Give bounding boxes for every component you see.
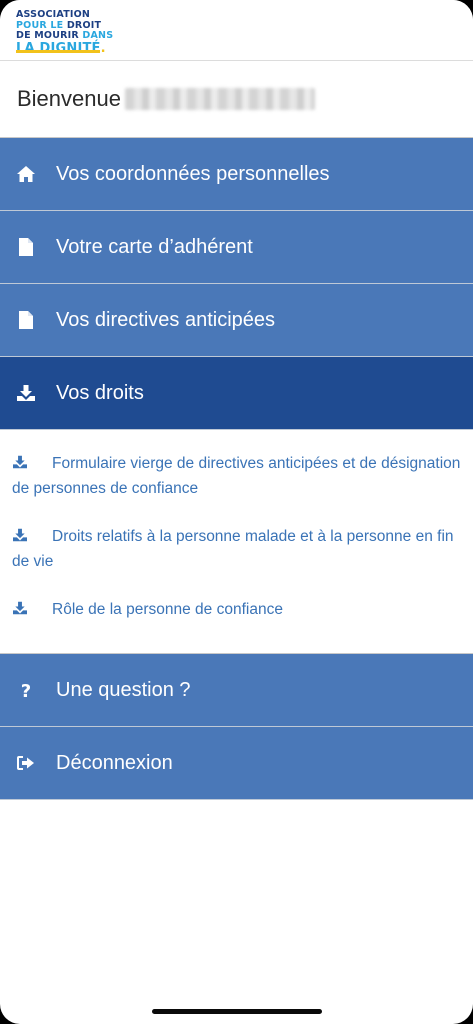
download-label-droits: Droits relatifs à la personne malade et … xyxy=(12,528,454,570)
download-label-role: Rôle de la personne de confiance xyxy=(52,601,283,618)
download-link-role[interactable]: Rôle de la personne de confiance xyxy=(12,598,461,623)
menu-label-carte: Votre carte d’adhérent xyxy=(56,235,253,258)
menu-item-coordonnees[interactable]: Vos coordonnées personnelles xyxy=(0,138,473,211)
menu-label-droits: Vos droits xyxy=(56,381,144,404)
user-name-redacted xyxy=(124,88,315,110)
home-indicator[interactable] xyxy=(152,1009,322,1014)
document-icon xyxy=(0,310,56,330)
top-bar: ASSOCIATION POUR LE DROIT DE MOURIR DANS… xyxy=(0,0,473,61)
download-icon xyxy=(12,599,28,623)
download-link-formulaire[interactable]: Formulaire vierge de directives anticipé… xyxy=(12,452,461,501)
downloads-list: Formulaire vierge de directives anticipé… xyxy=(0,430,473,654)
menu-label-deconnexion: Déconnexion xyxy=(56,751,173,774)
download-icon xyxy=(0,384,56,402)
menu-label-coordonnees: Vos coordonnées personnelles xyxy=(56,162,330,185)
download-link-droits[interactable]: Droits relatifs à la personne malade et … xyxy=(12,525,461,574)
download-icon xyxy=(12,526,28,550)
download-icon xyxy=(12,453,28,477)
menu-label-question: Une question ? xyxy=(56,678,191,701)
logout-icon xyxy=(0,754,56,772)
menu-item-deconnexion[interactable]: Déconnexion xyxy=(0,727,473,800)
download-label-formulaire: Formulaire vierge de directives anticipé… xyxy=(12,455,461,497)
menu-item-question[interactable]: ? Une question ? xyxy=(0,654,473,727)
document-icon xyxy=(0,237,56,257)
association-logo[interactable]: ASSOCIATION POUR LE DROIT DE MOURIR DANS… xyxy=(16,9,118,55)
menu-item-droits[interactable]: Vos droits xyxy=(0,357,473,430)
app-screen: ASSOCIATION POUR LE DROIT DE MOURIR DANS… xyxy=(0,0,473,1024)
menu-label-directives: Vos directives anticipées xyxy=(56,308,276,331)
menu-item-directives[interactable]: Vos directives anticipées xyxy=(0,284,473,357)
svg-text:?: ? xyxy=(21,681,31,700)
welcome-label: Bienvenue xyxy=(17,86,121,111)
welcome-banner: Bienvenue xyxy=(0,61,473,138)
home-icon xyxy=(0,165,56,183)
menu-item-carte[interactable]: Votre carte d’adhérent xyxy=(0,211,473,284)
logo-underline xyxy=(16,50,100,53)
question-icon: ? xyxy=(0,680,56,700)
